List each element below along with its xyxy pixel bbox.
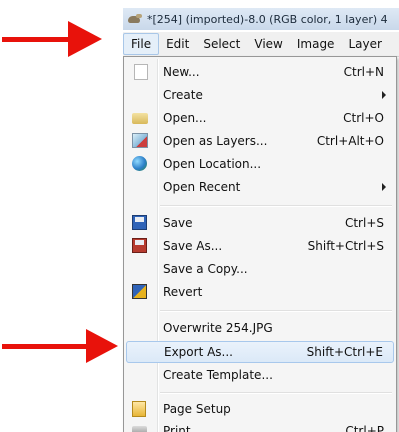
window-title: *[254] (imported)-8.0 (RGB color, 1 laye…: [147, 12, 388, 26]
menu-item-label: Export As...: [164, 345, 233, 359]
screenshot-stage: *[254] (imported)-8.0 (RGB color, 1 laye…: [0, 0, 399, 432]
menu-item-shortcut: Ctrl+O: [343, 111, 384, 125]
menu-item-save-as[interactable]: Save As... Shift+Ctrl+S: [126, 235, 394, 257]
menu-item-label: Create Template...: [163, 368, 273, 382]
menu-item-shortcut: Ctrl+Alt+O: [316, 134, 384, 148]
menu-item-create-template[interactable]: Create Template...: [126, 364, 394, 386]
menu-item-print[interactable]: Print... Ctrl+P: [126, 420, 394, 432]
menu-item-create[interactable]: Create: [126, 84, 394, 106]
menu-item-open-as-layers[interactable]: Open as Layers... Ctrl+Alt+O: [126, 130, 394, 152]
menu-item-label: Overwrite 254.JPG: [163, 321, 273, 335]
menu-item-open-recent[interactable]: Open Recent: [126, 176, 394, 198]
menu-item-label: Open Recent: [163, 180, 241, 194]
menu-item-label: Create: [163, 88, 203, 102]
submenu-arrow-icon: [382, 183, 386, 191]
menu-layer[interactable]: Layer: [341, 33, 388, 55]
folder-icon: [132, 113, 148, 124]
menu-item-label: Open as Layers...: [163, 134, 268, 148]
menu-item-label: Page Setup: [163, 402, 231, 416]
menu-item-open[interactable]: Open... Ctrl+O: [126, 107, 394, 129]
globe-icon: [132, 156, 147, 171]
menu-image[interactable]: Image: [290, 33, 342, 55]
submenu-arrow-icon: [382, 91, 386, 99]
menu-item-label: Open Location...: [163, 157, 262, 171]
menu-item-save-a-copy[interactable]: Save a Copy...: [126, 258, 394, 280]
menu-item-overwrite[interactable]: Overwrite 254.JPG: [126, 317, 394, 339]
menu-item-shortcut: Ctrl+N: [343, 65, 384, 79]
menu-select[interactable]: Select: [196, 33, 247, 55]
menu-view[interactable]: View: [247, 33, 289, 55]
save-icon: [132, 215, 147, 230]
red-arrow-icon: [2, 329, 122, 363]
menu-item-save[interactable]: Save Ctrl+S: [126, 212, 394, 234]
new-document-icon: [134, 64, 148, 80]
menu-edit[interactable]: Edit: [159, 33, 196, 55]
gimp-icon: [127, 13, 143, 25]
save-as-icon: [132, 238, 147, 253]
menu-file[interactable]: File: [123, 33, 160, 55]
menu-item-page-setup[interactable]: Page Setup: [126, 398, 394, 420]
menu-item-label: Save As...: [163, 239, 223, 253]
red-arrow-icon: [2, 21, 102, 57]
menubar: File Edit Select View Image Layer: [123, 32, 399, 57]
menu-separator: [160, 310, 392, 312]
menu-item-label: New...: [163, 65, 200, 79]
menu-item-label: Save a Copy...: [163, 262, 248, 276]
menu-separator: [160, 392, 392, 394]
menu-item-revert[interactable]: Revert: [126, 281, 394, 303]
menu-item-export-as[interactable]: Export As... Shift+Ctrl+E: [126, 341, 394, 363]
file-menu-dropdown: New... Ctrl+N Create Open... Ctrl+O Open…: [123, 56, 397, 432]
print-icon: [132, 426, 147, 432]
menu-item-label: Open...: [163, 111, 207, 125]
menu-item-shortcut: Ctrl+P: [345, 424, 384, 432]
layers-icon: [132, 133, 148, 148]
menu-item-new[interactable]: New... Ctrl+N: [126, 61, 394, 83]
menu-item-label: Print...: [163, 424, 203, 432]
menu-separator: [160, 205, 392, 207]
menu-item-shortcut: Ctrl+S: [344, 216, 384, 230]
page-setup-icon: [132, 401, 146, 417]
menu-item-shortcut: Shift+Ctrl+S: [307, 239, 384, 253]
menu-item-shortcut: Shift+Ctrl+E: [306, 345, 383, 359]
menu-item-open-location[interactable]: Open Location...: [126, 153, 394, 175]
window-titlebar[interactable]: *[254] (imported)-8.0 (RGB color, 1 laye…: [123, 8, 399, 30]
menu-item-label: Save: [163, 216, 193, 230]
menu-item-label: Revert: [163, 285, 203, 299]
revert-icon: [132, 284, 147, 299]
